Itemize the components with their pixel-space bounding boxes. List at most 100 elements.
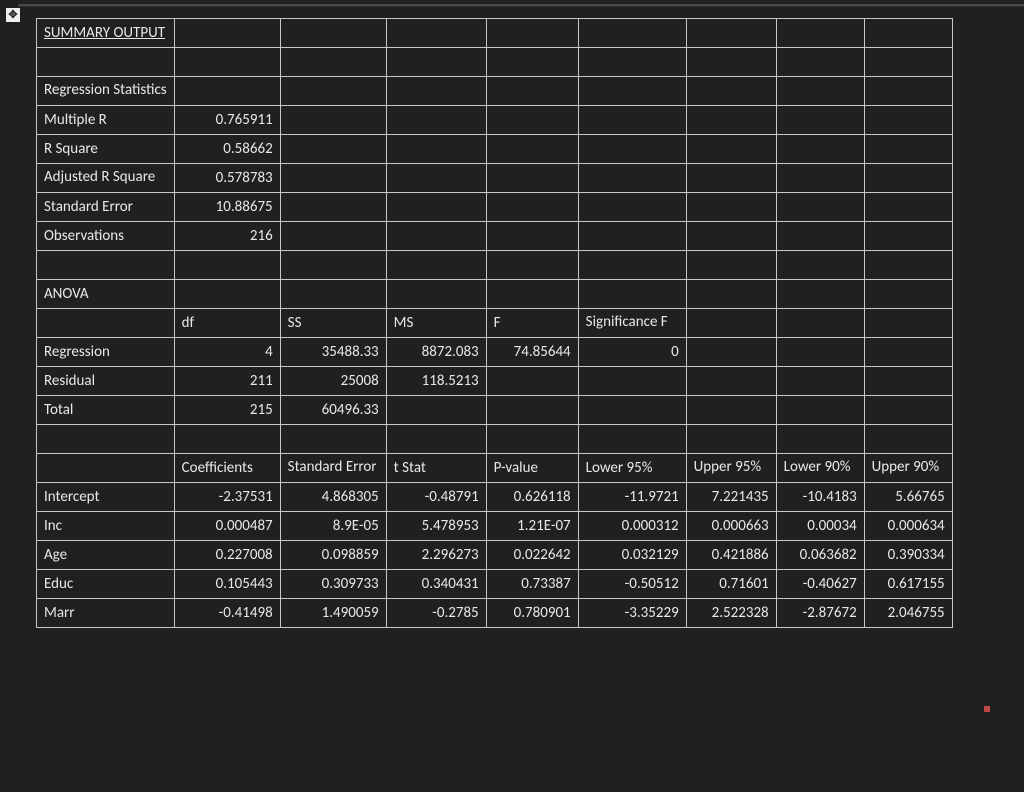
table-row bbox=[37, 425, 953, 454]
selection-handle-icon[interactable] bbox=[984, 706, 990, 712]
coef-cell: 0.022642 bbox=[486, 541, 578, 570]
coef-header-coefficients: Coefficients bbox=[174, 454, 280, 483]
table-row: Inc 0.000487 8.9E-05 5.478953 1.21E-07 0… bbox=[37, 512, 953, 541]
coef-cell: 0.73387 bbox=[486, 570, 578, 599]
coef-cell: 2.296273 bbox=[386, 541, 486, 570]
stat-label: Standard Error bbox=[37, 193, 175, 222]
coef-cell: -0.48791 bbox=[386, 483, 486, 512]
anova-header-sigf: Significance F bbox=[578, 309, 686, 338]
coef-header-upper95: Upper 95% bbox=[686, 454, 776, 483]
coef-header-se: Standard Error bbox=[280, 454, 386, 483]
table-row: Coefficients Standard Error t Stat P-val… bbox=[37, 454, 953, 483]
anova-header-ms: MS bbox=[386, 309, 486, 338]
move-handle-icon[interactable]: ✥ bbox=[6, 8, 20, 22]
table-row: Intercept -2.37531 4.868305 -0.48791 0.6… bbox=[37, 483, 953, 512]
coef-header-lower95: Lower 95% bbox=[578, 454, 686, 483]
table-row: Total 215 60496.33 bbox=[37, 396, 953, 425]
coef-row-label: Educ bbox=[37, 570, 175, 599]
anova-cell: 25008 bbox=[280, 367, 386, 396]
coef-cell: 0.421886 bbox=[686, 541, 776, 570]
coef-cell: 0.000663 bbox=[686, 512, 776, 541]
anova-header-ss: SS bbox=[280, 309, 386, 338]
coef-cell: 0.617155 bbox=[864, 570, 952, 599]
table-row: Regression Statistics bbox=[37, 77, 953, 106]
coef-cell: 0.309733 bbox=[280, 570, 386, 599]
table-row: Multiple R 0.765911 bbox=[37, 106, 953, 135]
regression-output-table: SUMMARY OUTPUT Regression Statistics Mul… bbox=[36, 18, 953, 628]
coef-cell: 0.780901 bbox=[486, 599, 578, 628]
coef-cell: -0.41498 bbox=[174, 599, 280, 628]
coef-row-label: Marr bbox=[37, 599, 175, 628]
table-row: Residual 211 25008 118.5213 bbox=[37, 367, 953, 396]
coef-cell: -3.35229 bbox=[578, 599, 686, 628]
stat-value: 0.58662 bbox=[174, 135, 280, 164]
coef-cell: 0.000634 bbox=[864, 512, 952, 541]
coef-header-tstat: t Stat bbox=[386, 454, 486, 483]
coef-cell: 5.66765 bbox=[864, 483, 952, 512]
anova-row-label: Regression bbox=[37, 338, 175, 367]
anova-header-f: F bbox=[486, 309, 578, 338]
coef-cell: 2.522328 bbox=[686, 599, 776, 628]
anova-cell: 35488.33 bbox=[280, 338, 386, 367]
coef-header-lower90: Lower 90% bbox=[776, 454, 864, 483]
coef-cell: 4.868305 bbox=[280, 483, 386, 512]
table-row: Standard Error 10.88675 bbox=[37, 193, 953, 222]
coef-cell: 0.390334 bbox=[864, 541, 952, 570]
stat-value: 0.578783 bbox=[174, 164, 280, 193]
stat-value: 10.88675 bbox=[174, 193, 280, 222]
coef-cell: 1.21E-07 bbox=[486, 512, 578, 541]
coef-header-pvalue: P-value bbox=[486, 454, 578, 483]
coef-cell: 0.105443 bbox=[174, 570, 280, 599]
table-row: Adjusted R Square 0.578783 bbox=[37, 164, 953, 193]
top-border-rule bbox=[18, 4, 1024, 7]
coef-cell: 5.478953 bbox=[386, 512, 486, 541]
table-row: df SS MS F Significance F bbox=[37, 309, 953, 338]
table-row: Observations 216 bbox=[37, 222, 953, 251]
coef-cell: 0.340431 bbox=[386, 570, 486, 599]
table-row bbox=[37, 251, 953, 280]
coef-cell: 8.9E-05 bbox=[280, 512, 386, 541]
table-row: ANOVA bbox=[37, 280, 953, 309]
coef-header-upper90: Upper 90% bbox=[864, 454, 952, 483]
anova-row-label: Residual bbox=[37, 367, 175, 396]
anova-cell: 118.5213 bbox=[386, 367, 486, 396]
coef-row-label: Intercept bbox=[37, 483, 175, 512]
anova-cell: 215 bbox=[174, 396, 280, 425]
table-row: SUMMARY OUTPUT bbox=[37, 19, 953, 48]
coef-cell: 0.032129 bbox=[578, 541, 686, 570]
coef-cell: 0.227008 bbox=[174, 541, 280, 570]
anova-cell: 211 bbox=[174, 367, 280, 396]
coef-cell: 0.00034 bbox=[776, 512, 864, 541]
regression-statistics-heading: Regression Statistics bbox=[37, 77, 175, 106]
stat-label: Observations bbox=[37, 222, 175, 251]
coef-cell: 7.221435 bbox=[686, 483, 776, 512]
coef-cell: -0.2785 bbox=[386, 599, 486, 628]
anova-cell: 8872.083 bbox=[386, 338, 486, 367]
anova-cell: 0 bbox=[578, 338, 686, 367]
anova-cell: 74.85644 bbox=[486, 338, 578, 367]
stat-value: 0.765911 bbox=[174, 106, 280, 135]
table-row: Educ 0.105443 0.309733 0.340431 0.73387 … bbox=[37, 570, 953, 599]
coef-cell: -2.87672 bbox=[776, 599, 864, 628]
table-row: Age 0.227008 0.098859 2.296273 0.022642 … bbox=[37, 541, 953, 570]
summary-output-title: SUMMARY OUTPUT bbox=[37, 19, 175, 48]
anova-cell: 60496.33 bbox=[280, 396, 386, 425]
coef-cell: 0.063682 bbox=[776, 541, 864, 570]
coef-cell: 1.490059 bbox=[280, 599, 386, 628]
table-row: Marr -0.41498 1.490059 -0.2785 0.780901 … bbox=[37, 599, 953, 628]
anova-cell: 4 bbox=[174, 338, 280, 367]
coef-cell: 0.71601 bbox=[686, 570, 776, 599]
stat-label: Multiple R bbox=[37, 106, 175, 135]
table-row: Regression 4 35488.33 8872.083 74.85644 … bbox=[37, 338, 953, 367]
coef-row-label: Inc bbox=[37, 512, 175, 541]
coef-cell: -0.40627 bbox=[776, 570, 864, 599]
coef-cell: 2.046755 bbox=[864, 599, 952, 628]
coef-cell: 0.000487 bbox=[174, 512, 280, 541]
anova-row-label: Total bbox=[37, 396, 175, 425]
coef-row-label: Age bbox=[37, 541, 175, 570]
anova-heading: ANOVA bbox=[37, 280, 175, 309]
stat-label: Adjusted R Square bbox=[37, 164, 175, 193]
coef-cell: 0.000312 bbox=[578, 512, 686, 541]
coef-cell: -2.37531 bbox=[174, 483, 280, 512]
coef-cell: 0.098859 bbox=[280, 541, 386, 570]
